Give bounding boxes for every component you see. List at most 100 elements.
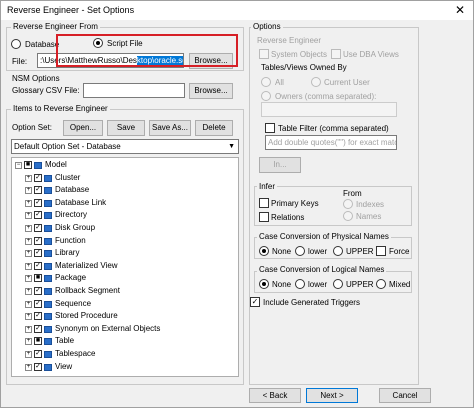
expander-icon[interactable]: +: [25, 275, 32, 283]
cancel-button[interactable]: Cancel: [379, 388, 431, 403]
logical-lower-label: lower: [308, 280, 328, 289]
indexes-radio[interactable]: [343, 199, 353, 209]
tree-item-checkbox[interactable]: ✓: [34, 249, 42, 258]
tree-item-checkbox[interactable]: ■: [24, 161, 32, 169]
owners-input[interactable]: [261, 102, 397, 117]
expander-icon[interactable]: +: [25, 363, 32, 371]
tree-item-checkbox[interactable]: ✓: [34, 186, 42, 195]
owners-radio[interactable]: [261, 91, 271, 101]
expander-icon[interactable]: +: [25, 300, 32, 308]
all-radio[interactable]: [261, 77, 271, 87]
expander-icon[interactable]: +: [25, 199, 32, 207]
tree-item-checkbox[interactable]: ✓: [34, 350, 42, 358]
infer-label: Infer: [257, 182, 278, 191]
in-button[interactable]: In...: [259, 157, 301, 173]
tree-item-checkbox[interactable]: ✓: [34, 224, 42, 232]
table-filter-checkbox[interactable]: [265, 123, 275, 133]
primary-keys-checkbox[interactable]: [259, 198, 269, 208]
delete-button[interactable]: Delete: [195, 120, 233, 136]
chevron-down-icon: ▼: [228, 143, 235, 150]
tree-item-checkbox[interactable]: ✓: [34, 287, 42, 295]
expander-icon[interactable]: +: [25, 262, 32, 270]
logical-none-radio[interactable]: [259, 279, 269, 289]
table-filter-placeholder: Add double quotes("") for exact match: [268, 138, 397, 147]
reverse-from-label: Reverse Engineer From: [11, 22, 100, 31]
include-triggers-checkbox[interactable]: ✓: [250, 297, 260, 307]
tree-item-label: Directory: [55, 210, 88, 220]
tree-item-checkbox[interactable]: ✓: [34, 173, 42, 182]
back-button[interactable]: < Back: [249, 388, 301, 403]
physical-none-label: None: [272, 247, 292, 256]
object-type-icon: [44, 199, 52, 207]
tree-item-label: Database Link: [55, 197, 107, 207]
tree-item-label: Disk Group: [55, 223, 96, 232]
tree-item-checkbox[interactable]: ■: [34, 337, 42, 346]
tree-item-checkbox[interactable]: ✓: [34, 236, 42, 245]
tree-item-checkbox[interactable]: ✓: [34, 299, 42, 308]
logical-upper-radio[interactable]: [333, 279, 343, 289]
tree-item-checkbox[interactable]: ■: [34, 274, 42, 283]
tree-item-checkbox[interactable]: ✓: [34, 324, 42, 333]
use-dba-views-checkbox[interactable]: [331, 49, 341, 59]
expander-icon[interactable]: +: [25, 325, 32, 333]
glossary-browse-button[interactable]: Browse...: [189, 83, 233, 99]
physical-none-radio[interactable]: [259, 246, 269, 256]
tree-item-checkbox[interactable]: ✓: [34, 211, 42, 220]
expander-icon[interactable]: −: [15, 162, 22, 169]
save-button[interactable]: Save: [107, 120, 145, 136]
tree-item-checkbox[interactable]: ✓: [34, 312, 42, 321]
tables-owned-label: Tables/Views Owned By: [261, 63, 347, 72]
glossary-input[interactable]: [83, 83, 185, 98]
object-type-icon: [44, 288, 52, 295]
title-bar: Reverse Engineer - Set Options ✕: [1, 1, 473, 20]
logical-lower-radio[interactable]: [295, 279, 305, 289]
expander-icon[interactable]: +: [25, 212, 32, 220]
logical-mixed-radio[interactable]: [376, 279, 386, 289]
option-set-select[interactable]: Default Option Set - Database ▼: [11, 139, 239, 154]
tree-item-label: Sequence: [55, 298, 92, 308]
expander-icon[interactable]: +: [25, 313, 32, 321]
object-type-icon: [44, 212, 52, 220]
force-label: Force: [389, 247, 410, 256]
save-as-button[interactable]: Save As...: [149, 120, 191, 136]
logical-upper-label: UPPER: [346, 280, 374, 289]
tree-item-label: Stored Procedure: [55, 311, 118, 321]
open-button[interactable]: Open...: [63, 120, 103, 136]
include-triggers-label: Include Generated Triggers: [263, 298, 360, 307]
database-radio[interactable]: [11, 39, 21, 49]
tree-item-checkbox[interactable]: ✓: [34, 362, 42, 371]
nsm-options-label: NSM Options: [12, 74, 60, 83]
expander-icon[interactable]: +: [25, 187, 32, 195]
object-type-icon: [44, 351, 52, 358]
item-tree[interactable]: − ■ Model + ✓ Cluster + ✓ Database + ✓ Database Lin…: [11, 157, 239, 377]
annotation-highlight-box: [56, 34, 238, 67]
tree-item-label: Materialized View: [55, 260, 118, 270]
table-filter-input[interactable]: Add double quotes("") for exact match: [265, 135, 397, 150]
object-type-icon: [44, 300, 52, 308]
close-icon[interactable]: ✕: [455, 3, 465, 17]
object-type-icon: [44, 237, 52, 245]
database-radio-label: Database: [25, 40, 60, 49]
expander-icon[interactable]: +: [25, 338, 32, 346]
physical-lower-radio[interactable]: [295, 246, 305, 256]
physical-upper-radio[interactable]: [333, 246, 343, 256]
tree-item-checkbox[interactable]: ✓: [34, 198, 42, 207]
current-user-radio[interactable]: [311, 77, 321, 87]
dialog-window: Reverse Engineer - Set Options ✕ Reverse…: [0, 0, 474, 408]
force-checkbox[interactable]: [376, 246, 386, 256]
tree-item-checkbox[interactable]: ✓: [34, 261, 42, 270]
expander-icon[interactable]: +: [25, 288, 32, 295]
expander-icon[interactable]: +: [25, 250, 32, 258]
expander-icon[interactable]: +: [25, 174, 32, 182]
relations-checkbox[interactable]: [259, 212, 269, 222]
system-objects-checkbox[interactable]: [259, 49, 269, 59]
tree-item-label: Library: [55, 248, 80, 258]
expander-icon[interactable]: +: [25, 351, 32, 358]
expander-icon[interactable]: +: [25, 225, 32, 232]
next-button[interactable]: Next >: [306, 388, 358, 403]
items-group-label: Items to Reverse Engineer: [11, 104, 110, 113]
expander-icon[interactable]: +: [25, 237, 32, 245]
names-radio[interactable]: [343, 211, 353, 221]
tree-item-label: View: [55, 361, 73, 371]
table-filter-label: Table Filter (comma separated): [278, 124, 389, 133]
